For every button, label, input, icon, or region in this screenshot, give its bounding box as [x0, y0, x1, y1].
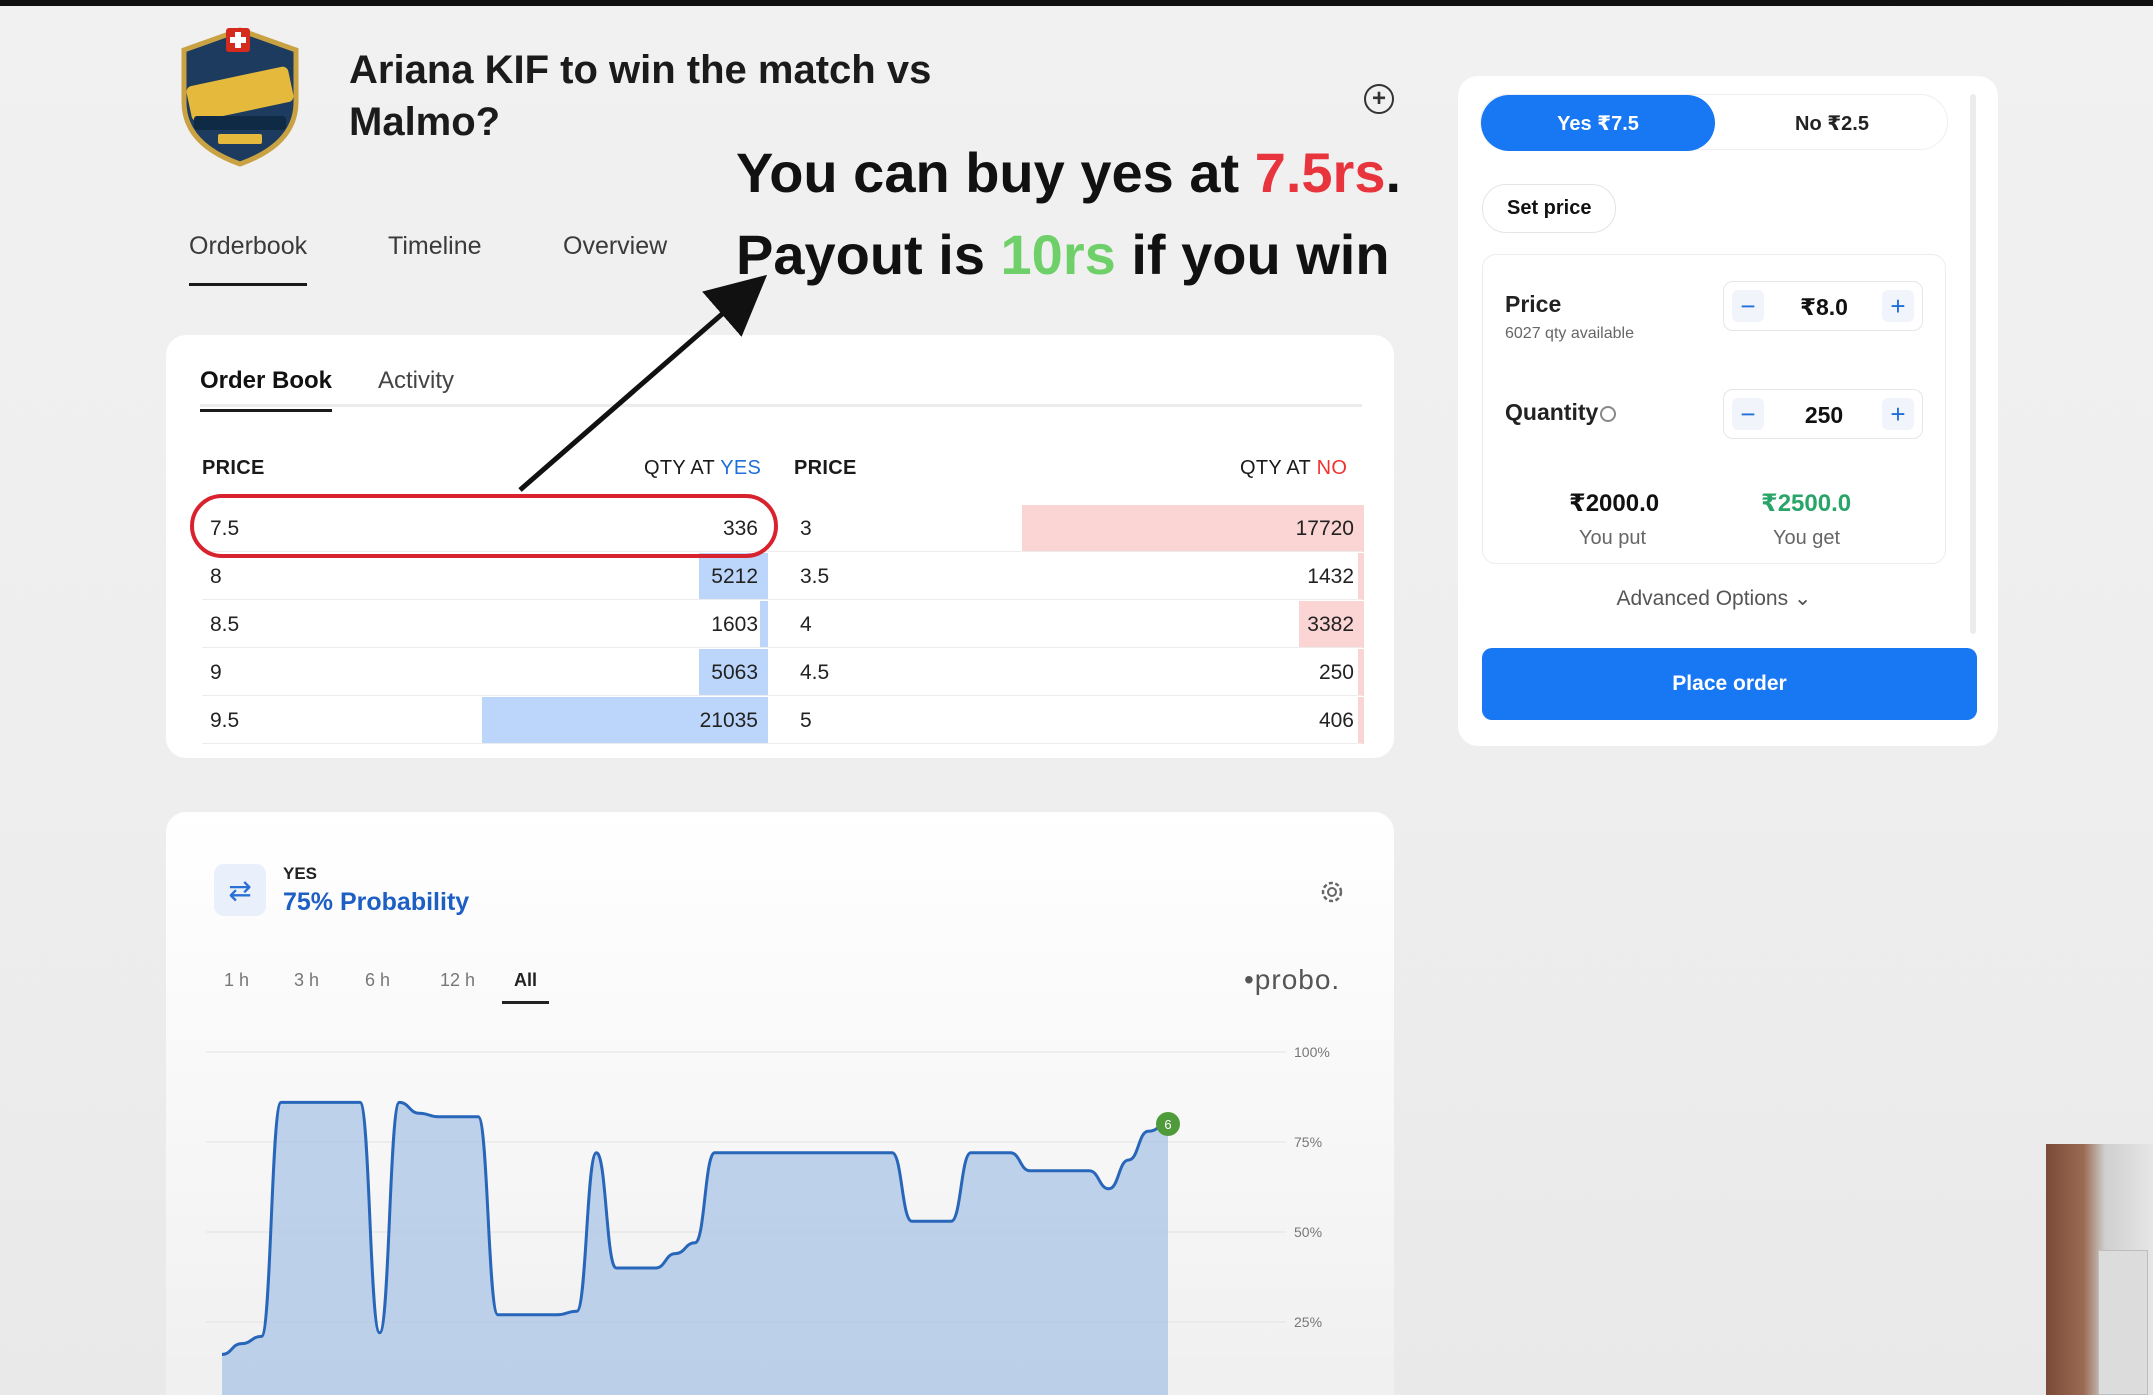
- price-decrease-button[interactable]: −: [1732, 290, 1764, 322]
- chart-settings-gear-icon[interactable]: [1318, 878, 1346, 906]
- you-get-value: ₹2500.0: [1761, 490, 1852, 517]
- no-toggle-button[interactable]: No ₹2.5: [1715, 95, 1949, 151]
- price-increase-button[interactable]: +: [1882, 290, 1914, 322]
- you-get-label: You get: [1773, 527, 1841, 549]
- set-price-tab[interactable]: Set price: [1482, 184, 1617, 233]
- quantity-label-row: Quantity: [1505, 399, 1617, 426]
- side-toggle: Yes ₹7.5 No ₹2.5: [1480, 94, 1949, 151]
- range-3h[interactable]: 3 h: [294, 970, 319, 991]
- qty-available: 6027 qty available: [1505, 325, 1634, 342]
- y-tick-label: 75%: [1294, 1134, 1322, 1150]
- chevron-down-icon: ⌄: [1793, 587, 1812, 610]
- range-6h[interactable]: 6 h: [365, 970, 390, 991]
- advanced-options-label: Advanced Options: [1616, 587, 1789, 610]
- you-put-value: ₹2000.0: [1569, 490, 1660, 517]
- quantity-info-icon[interactable]: [1600, 405, 1617, 422]
- price-stepper: − ₹8.0 +: [1723, 281, 1923, 331]
- order-form: Price 6027 qty available − ₹8.0 + Quanti…: [1482, 254, 1946, 564]
- price-label: Price: [1505, 291, 1562, 317]
- quantity-label: Quantity: [1505, 399, 1599, 425]
- probability-side: YES: [283, 864, 318, 883]
- y-tick-label: 100%: [1294, 1044, 1330, 1060]
- swap-side-icon[interactable]: ⇄: [214, 864, 266, 916]
- probability-chart: 100% 75% 50% 25% 6: [206, 1044, 1330, 1395]
- you-put-label: You put: [1579, 527, 1647, 549]
- range-12h[interactable]: 12 h: [440, 970, 475, 991]
- advanced-options-toggle[interactable]: Advanced Options ⌄: [1480, 586, 1948, 611]
- trade-panel-scrollbar[interactable]: [1970, 94, 1976, 634]
- probability-value: 75% Probability: [283, 888, 470, 916]
- latest-point-label: 6: [1164, 1117, 1171, 1132]
- quantity-decrease-button[interactable]: −: [1732, 398, 1764, 430]
- y-tick-label: 25%: [1294, 1314, 1322, 1330]
- y-tick-label: 50%: [1294, 1224, 1322, 1240]
- quantity-value[interactable]: 250: [1764, 402, 1884, 429]
- probability-chart-card: ⇄ YES 75% Probability 1 h 3 h 6 h 12 h A…: [166, 812, 1394, 1395]
- trade-panel: Yes ₹7.5 No ₹2.5 Set price Price 6027 qt…: [1458, 76, 1998, 746]
- yes-toggle-button[interactable]: Yes ₹7.5: [1481, 95, 1715, 151]
- trade-panel-inner: Yes ₹7.5 No ₹2.5 Set price Price 6027 qt…: [1480, 94, 1978, 706]
- range-1h[interactable]: 1 h: [224, 970, 249, 991]
- price-value[interactable]: ₹8.0: [1764, 294, 1884, 321]
- quantity-increase-button[interactable]: +: [1882, 398, 1914, 430]
- probability-area: [222, 1102, 1168, 1395]
- probo-brand-logo: •probo.: [1244, 964, 1341, 995]
- quantity-stepper: − 250 +: [1723, 389, 1923, 439]
- range-all[interactable]: All: [502, 970, 550, 1004]
- place-order-button[interactable]: Place order: [1482, 648, 1977, 720]
- webcam-overlay-detail: [2098, 1250, 2148, 1395]
